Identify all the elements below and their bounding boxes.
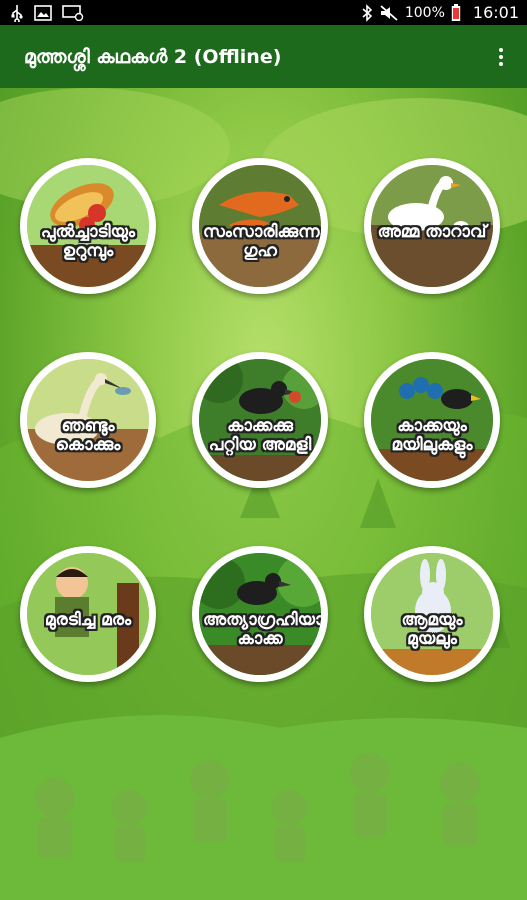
more-vert-icon[interactable] xyxy=(489,37,513,77)
battery-icon xyxy=(451,3,461,22)
story-grid-background: പുൽച്ചാടിയും ഉറുമ്പും സംസാരിക്കുന്ന ഗുഹ xyxy=(0,88,527,900)
mute-icon xyxy=(379,4,399,22)
screen-icon xyxy=(62,4,84,21)
usb-icon xyxy=(10,4,24,22)
story-item-crow-peacock[interactable]: കാക്കയും മയിലുകളും xyxy=(364,352,500,488)
story-label: പുൽച്ചാടിയും ഉറുമ്പും xyxy=(40,222,136,261)
status-bar: 100% 16:01 xyxy=(0,0,527,25)
story-item-greedy-crow[interactable]: അത്യാഗ്രഹിയായ കാക്ക xyxy=(192,546,328,682)
story-label: അമ്മ താറാവ് xyxy=(377,222,487,242)
app-title: മുത്തശ്ശി കഥകൾ 2 (Offline) xyxy=(24,45,282,68)
kids-illustration xyxy=(35,753,480,862)
story-label: സംസാരിക്കുന്ന ഗുഹ xyxy=(203,222,320,261)
clock: 16:01 xyxy=(472,3,519,22)
story-label: കാക്കക്കു പറ്റിയ അമളി xyxy=(208,416,312,455)
story-item-boy-tree[interactable]: മുരടിച്ച മരം xyxy=(20,546,156,682)
bluetooth-icon xyxy=(361,3,373,22)
story-item-crow-nest[interactable]: കാക്കക്കു പറ്റിയ അമളി xyxy=(192,352,328,488)
story-label: കാക്കയും മയിലുകളും xyxy=(391,416,473,455)
battery-percent: 100% xyxy=(404,4,445,21)
story-label: അത്യാഗ്രഹിയായ കാക്ക xyxy=(203,610,321,649)
story-item-fox-cave[interactable]: സംസാരിക്കുന്ന ഗുഹ xyxy=(192,158,328,294)
story-label: മുരടിച്ച മരം xyxy=(44,610,132,630)
story-item-duck[interactable]: അമ്മ താറാവ് xyxy=(364,158,500,294)
story-label: ഞണ്ടും കൊക്കും xyxy=(55,416,121,455)
story-item-crane-crab[interactable]: ഞണ്ടും കൊക്കും xyxy=(20,352,156,488)
story-item-tortoise-hare[interactable]: ആമയും മുയലും xyxy=(364,546,500,682)
story-label: ആമയും മുയലും xyxy=(401,610,463,649)
app-bar: മുത്തശ്ശി കഥകൾ 2 (Offline) xyxy=(0,25,527,88)
image-icon xyxy=(34,4,52,21)
story-item-grasshopper-ant[interactable]: പുൽച്ചാടിയും ഉറുമ്പും xyxy=(20,158,156,294)
